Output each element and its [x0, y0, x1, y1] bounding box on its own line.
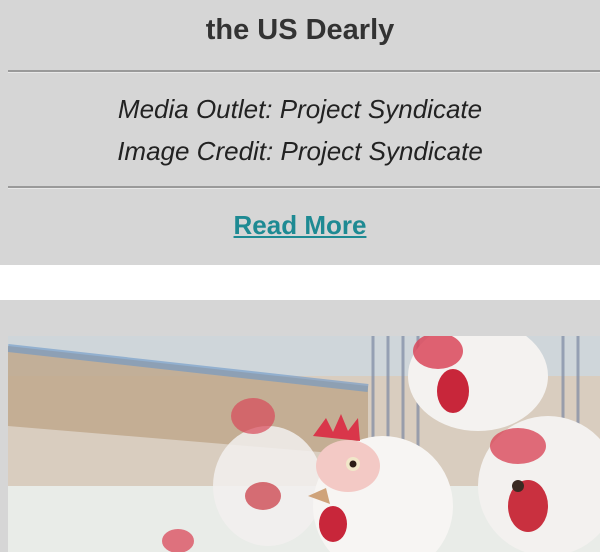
article-title[interactable]: the US Dearly	[0, 12, 600, 48]
divider	[8, 70, 600, 73]
article-card: the US Dearly Media Outlet: Project Synd…	[0, 0, 600, 265]
image-credit: Image Credit: Project Syndicate	[117, 136, 483, 166]
article-image[interactable]	[8, 336, 600, 552]
next-article-card	[0, 300, 600, 552]
media-outlet: Media Outlet: Project Syndicate	[117, 94, 483, 124]
read-more-container: Read More	[0, 209, 600, 246]
read-more-link[interactable]: Read More	[234, 210, 367, 240]
divider	[8, 186, 600, 189]
chickens-photo	[8, 336, 600, 552]
